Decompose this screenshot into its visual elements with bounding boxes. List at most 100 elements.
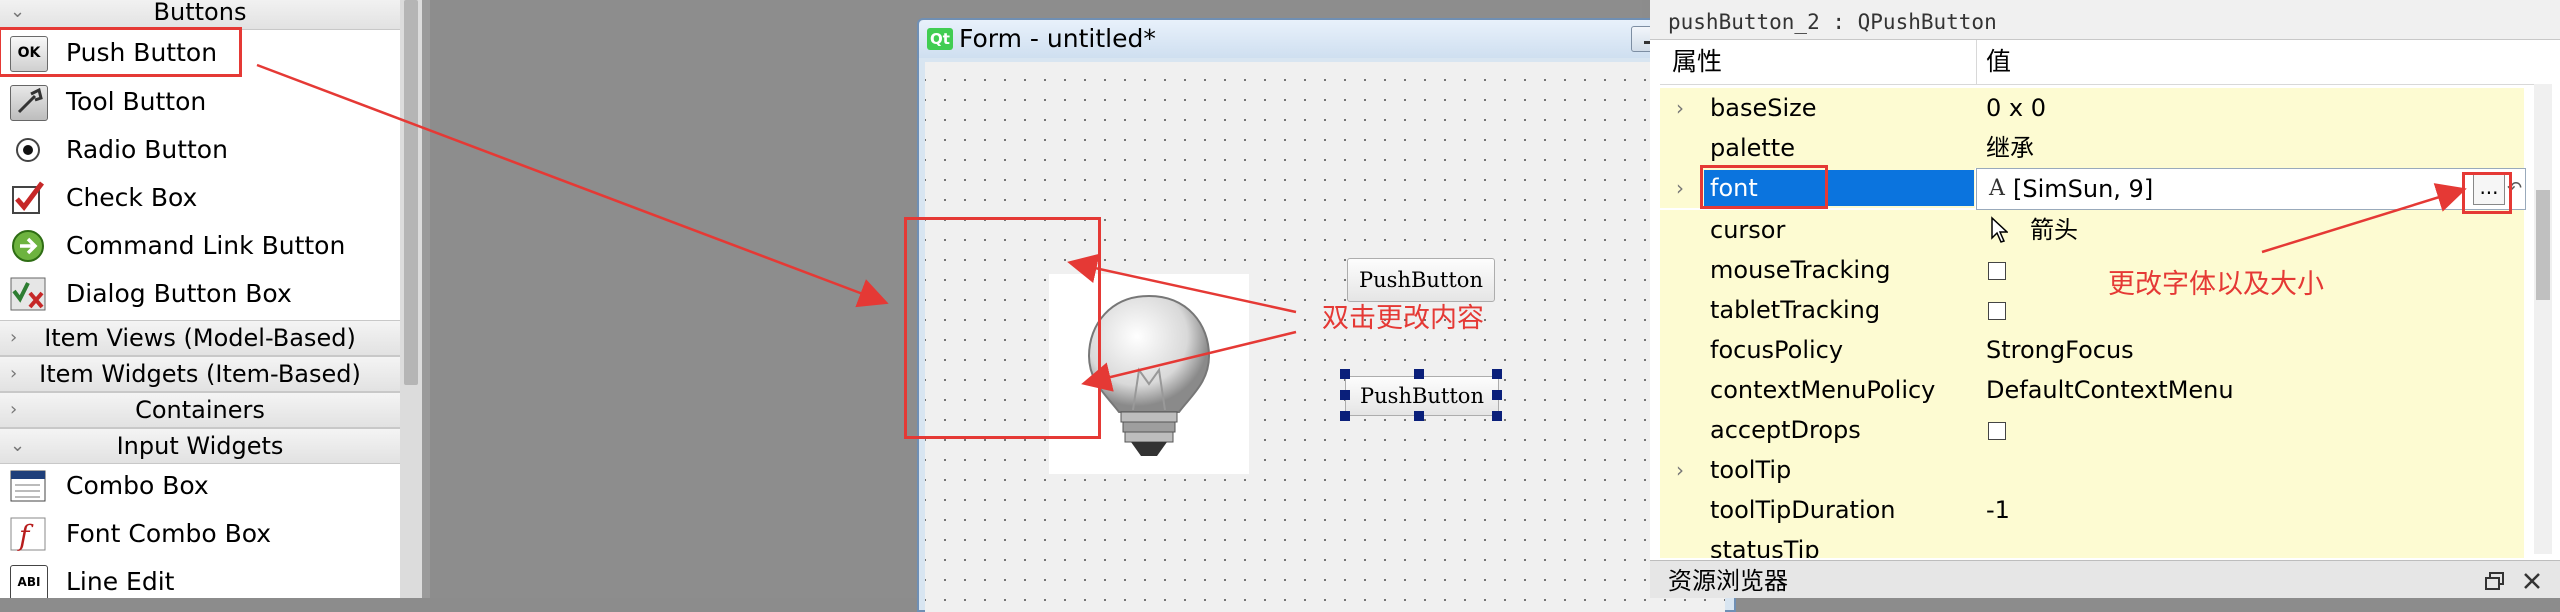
scrollbar-thumb[interactable] xyxy=(404,0,418,385)
widget-label: Command Link Button xyxy=(66,231,346,260)
widget-label: Check Box xyxy=(66,183,198,212)
property-value: 箭头 xyxy=(2030,216,2078,244)
tool-button-icon xyxy=(10,85,48,121)
property-value-cell[interactable]: 箭头 xyxy=(1976,210,2524,250)
widget-label: Radio Button xyxy=(66,135,228,164)
category-item-widgets[interactable]: › Item Widgets (Item-Based) xyxy=(0,356,400,392)
resize-handle[interactable] xyxy=(1340,390,1350,400)
push-button-2[interactable]: PushButton xyxy=(1345,376,1499,416)
property-name: focusPolicy xyxy=(1710,336,1844,364)
category-label: Item Views (Model-Based) xyxy=(44,324,356,352)
property-name-cell: acceptDrops xyxy=(1660,410,1975,450)
resize-handle[interactable] xyxy=(1492,369,1502,379)
property-row-palette[interactable]: palette 继承 xyxy=(1660,128,2524,168)
property-name: toolTipDuration xyxy=(1710,496,1896,524)
property-value-cell[interactable] xyxy=(1976,530,2524,558)
property-row-tooltip[interactable]: › toolTip xyxy=(1660,450,2524,490)
form-title-bar[interactable]: Qt Form - untitled* ✕ xyxy=(919,20,1734,58)
widget-font-combo-box[interactable]: f Font Combo Box xyxy=(0,510,400,558)
check-box-icon xyxy=(10,181,46,215)
combo-box-icon xyxy=(10,469,46,503)
chevron-right-icon[interactable]: › xyxy=(1676,88,1684,128)
property-row-acceptdrops[interactable]: acceptDrops xyxy=(1660,410,2524,450)
property-name-cell: › toolTip xyxy=(1660,450,1975,490)
chevron-right-icon[interactable]: › xyxy=(1676,168,1684,208)
property-table-header: 属性 值 xyxy=(1660,40,2548,85)
resize-handle[interactable] xyxy=(1340,369,1350,379)
property-value-cell[interactable]: StrongFocus xyxy=(1976,330,2524,370)
annotation-highlight-buttons xyxy=(904,217,1101,439)
property-row-cursor[interactable]: cursor 箭头 xyxy=(1660,210,2524,250)
accept-drops-checkbox[interactable] xyxy=(1988,422,2006,440)
widget-label: Font Combo Box xyxy=(66,519,272,548)
property-value-cell[interactable]: 0 x 0 xyxy=(1976,88,2524,128)
category-input-widgets[interactable]: ⌄ Input Widgets xyxy=(0,428,400,464)
property-name: cursor xyxy=(1710,216,1786,244)
widget-command-link-button[interactable]: Command Link Button xyxy=(0,222,400,270)
property-name-cell: mouseTracking xyxy=(1660,250,1975,290)
property-row-tablettracking[interactable]: tabletTracking xyxy=(1660,290,2524,330)
header-divider xyxy=(1976,40,1977,84)
property-editor: pushButton_2 : QPushButton 属性 值 › baseSiz… xyxy=(1650,0,2560,598)
property-value-cell[interactable]: 继承 xyxy=(1976,128,2524,168)
annotation-font-note: 更改字体以及大小 xyxy=(2108,269,2324,300)
property-value: StrongFocus xyxy=(1986,336,2134,364)
scrollbar-thumb[interactable] xyxy=(2536,190,2550,300)
font-icon: A xyxy=(1989,176,2005,201)
line-edit-icon: ABI xyxy=(10,565,48,598)
property-value: [SimSun, 9] xyxy=(2013,175,2154,203)
widget-box-panel: ⌄ Buttons OK Push Button Tool Button Rad… xyxy=(0,0,400,598)
widget-label: Line Edit xyxy=(66,567,175,596)
widget-combo-box[interactable]: Combo Box xyxy=(0,462,400,510)
property-value: -1 xyxy=(1986,496,2010,524)
property-row-mousetracking[interactable]: mouseTracking xyxy=(1660,250,2524,290)
resize-handle[interactable] xyxy=(1492,390,1502,400)
widget-line-edit[interactable]: ABI Line Edit xyxy=(0,558,400,598)
property-row-tooltipduration[interactable]: toolTipDuration -1 xyxy=(1660,490,2524,530)
property-name: toolTip xyxy=(1710,456,1792,484)
property-name-cell: palette xyxy=(1660,128,1975,168)
property-row-statustip[interactable]: statusTip xyxy=(1660,530,2524,558)
property-name: statusTip xyxy=(1710,536,1820,558)
widget-check-box[interactable]: Check Box xyxy=(0,174,400,222)
qt-logo-icon: Qt xyxy=(927,28,953,50)
widget-dialog-button-box[interactable]: Dialog Button Box xyxy=(0,270,400,318)
chevron-right-icon: › xyxy=(10,399,18,420)
property-name: tabletTracking xyxy=(1710,296,1881,324)
resize-handle[interactable] xyxy=(1492,411,1502,421)
property-value-cell[interactable] xyxy=(1976,450,2524,490)
resize-handle[interactable] xyxy=(1340,411,1350,421)
property-editor-scrollbar[interactable] xyxy=(2534,84,2552,554)
float-icon[interactable] xyxy=(2484,571,2506,591)
resource-browser-titlebar[interactable]: 资源浏览器 xyxy=(1650,560,2560,598)
resize-handle[interactable] xyxy=(1414,411,1424,421)
widget-label: Combo Box xyxy=(66,471,209,500)
property-name-cell: › baseSize xyxy=(1660,88,1975,128)
annotation-highlight-font-name xyxy=(1700,165,1828,209)
widget-radio-button[interactable]: Radio Button xyxy=(0,126,400,174)
category-label: Item Widgets (Item-Based) xyxy=(39,360,361,388)
chevron-right-icon: › xyxy=(10,363,18,384)
property-row-focuspolicy[interactable]: focusPolicy StrongFocus xyxy=(1660,330,2524,370)
tablet-tracking-checkbox[interactable] xyxy=(1988,302,2006,320)
property-value-cell[interactable]: DefaultContextMenu xyxy=(1976,370,2524,410)
property-value-cell[interactable]: A [SimSun, 9] ... ↶ xyxy=(1976,168,2526,210)
close-icon[interactable] xyxy=(2522,571,2542,591)
arrow-right-circle-icon xyxy=(10,229,46,263)
property-name: baseSize xyxy=(1710,94,1817,122)
category-containers[interactable]: › Containers xyxy=(0,392,400,428)
property-value-cell[interactable]: -1 xyxy=(1976,490,2524,530)
font-combo-box-icon: f xyxy=(10,517,46,552)
chevron-right-icon[interactable]: › xyxy=(1676,450,1684,490)
radio-button-icon xyxy=(10,133,46,167)
widget-tool-button[interactable]: Tool Button xyxy=(0,78,400,126)
category-buttons[interactable]: ⌄ Buttons xyxy=(0,0,400,30)
category-item-views[interactable]: › Item Views (Model-Based) xyxy=(0,320,400,356)
property-value-cell[interactable] xyxy=(1976,410,2524,450)
resize-handle[interactable] xyxy=(1414,369,1424,379)
property-name: mouseTracking xyxy=(1710,256,1891,284)
property-row-contextmenupolicy[interactable]: contextMenuPolicy DefaultContextMenu xyxy=(1660,370,2524,410)
property-row-basesize[interactable]: › baseSize 0 x 0 xyxy=(1660,88,2524,128)
splitter[interactable] xyxy=(422,0,430,598)
mouse-tracking-checkbox[interactable] xyxy=(1988,262,2006,280)
